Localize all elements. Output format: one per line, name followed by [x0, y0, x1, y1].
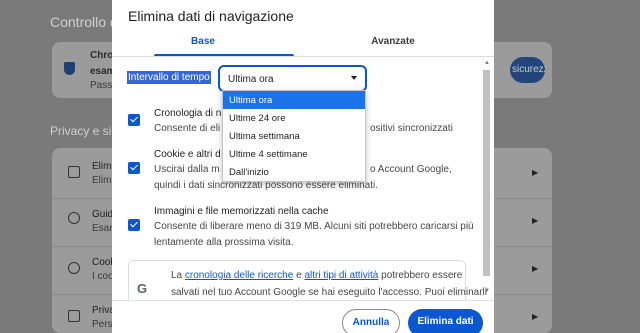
- row-title[interactable]: Guid: [92, 209, 113, 220]
- cookie-icon: [68, 262, 80, 274]
- trash-icon: [68, 166, 80, 178]
- dropdown-option[interactable]: Dall'inizio: [223, 163, 365, 181]
- google-g-icon: G: [137, 281, 148, 296]
- active-tab-indicator: [154, 54, 294, 56]
- cache-desc: Consente di liberare meno di 319 MB. Alc…: [154, 221, 474, 232]
- privacy-icon: [68, 310, 80, 322]
- dropdown-option[interactable]: Ultime 24 ore: [223, 109, 365, 127]
- time-range-select[interactable]: Ultima ora: [218, 65, 367, 92]
- scroll-down-icon[interactable]: ▼: [484, 288, 490, 294]
- clear-browsing-data-dialog: Elimina dati di navigazione Base Avanzat…: [112, 0, 494, 333]
- row-title[interactable]: Elimi: [92, 161, 114, 172]
- google-account-info: G La cronologia delle ricerche e altri t…: [128, 260, 487, 300]
- cookies-desc: Uscirai dalla m: [154, 164, 220, 175]
- footer-divider: [112, 300, 494, 301]
- history-checkbox[interactable]: [128, 114, 140, 126]
- time-range-dropdown: Ultima ora Ultime 24 ore Ultima settiman…: [222, 90, 366, 182]
- dropdown-option[interactable]: Ultima ora: [223, 91, 365, 109]
- time-range-label: Intervallo di tempo: [127, 71, 211, 84]
- scrollbar-thumb[interactable]: [483, 70, 490, 276]
- scroll-up-icon[interactable]: ▲: [484, 60, 490, 66]
- cookies-desc-tail: o Account Google,: [370, 164, 452, 175]
- tab-advanced[interactable]: Avanzate: [302, 36, 484, 47]
- info-text-part: La: [171, 270, 185, 281]
- search-history-link[interactable]: cronologia delle ricerche: [185, 270, 293, 281]
- dialog-scrollbar[interactable]: ▲ ▼: [482, 60, 492, 296]
- arrow-right-icon[interactable]: ▶: [532, 264, 538, 273]
- other-activity-link[interactable]: altri tipi di attività: [304, 270, 378, 281]
- dialog-title: Elimina dati di navigazione: [128, 8, 294, 24]
- dropdown-option[interactable]: Ultime 4 settimane: [223, 145, 365, 163]
- info-text-part: potrebbero essere: [378, 270, 463, 281]
- tab-divider: [112, 56, 494, 57]
- shield-icon: [64, 62, 75, 75]
- history-title: Cronologia di n: [154, 108, 222, 119]
- cache-desc-2: lentamente alla prossima visita.: [154, 237, 294, 248]
- cancel-button[interactable]: Annulla: [342, 309, 400, 333]
- safety-check-button[interactable]: sicurezza: [510, 57, 545, 83]
- history-desc: Consente di eli: [154, 123, 221, 134]
- history-desc-tail: ositivi sincronizzati: [370, 123, 453, 134]
- guide-icon: [68, 212, 80, 224]
- info-text: La cronologia delle ricerche e altri tip…: [171, 267, 487, 301]
- row-sub: Elimi: [92, 175, 114, 186]
- arrow-right-icon[interactable]: ▶: [532, 216, 538, 225]
- delete-data-button[interactable]: Elimina dati: [408, 309, 483, 333]
- arrow-right-icon[interactable]: ▶: [532, 312, 538, 321]
- cache-checkbox[interactable]: [128, 219, 140, 231]
- row-sub: I coo: [92, 271, 114, 282]
- card-title: Chro: [90, 50, 114, 61]
- dropdown-option[interactable]: Ultima settimana: [223, 127, 365, 145]
- tab-base[interactable]: Base: [112, 36, 294, 47]
- info-text-line2: salvati nel tuo Account Google se hai es…: [171, 287, 487, 298]
- chevron-down-icon: [351, 76, 357, 80]
- info-text-part: e: [293, 270, 305, 281]
- cookies-checkbox[interactable]: [128, 162, 140, 174]
- cache-title: Immagini e file memorizzati nella cache: [154, 206, 329, 217]
- cookies-title: Cookie e altri d: [154, 149, 221, 160]
- time-range-value: Ultima ora: [228, 74, 274, 85]
- arrow-right-icon[interactable]: ▶: [532, 168, 538, 177]
